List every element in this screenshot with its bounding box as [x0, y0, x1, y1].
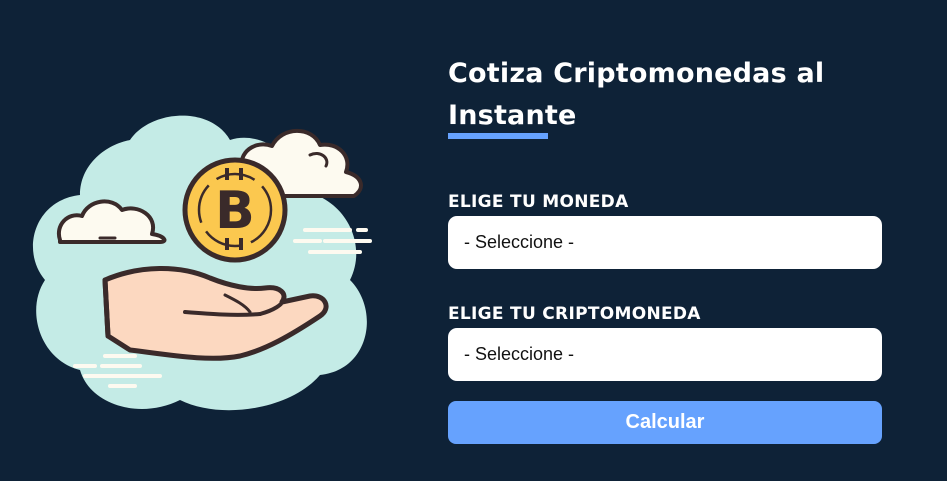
crypto-label: ELIGE TU CRIPTOMONEDA	[448, 304, 701, 324]
currency-select-value: - Seleccione -	[464, 232, 575, 252]
bitcoin-coin: B	[182, 157, 288, 263]
currency-select[interactable]: - Seleccione -	[448, 216, 882, 269]
page-title-line1: Cotiza Criptomonedas al	[448, 58, 825, 89]
page-title: Cotiza Criptomonedas al Instante	[448, 53, 868, 137]
currency-label: ELIGE TU MONEDA	[448, 192, 629, 212]
page-title-line2: Instante	[448, 100, 577, 131]
calculate-button[interactable]: Calcular	[448, 401, 882, 444]
crypto-select-value: - Seleccione -	[464, 344, 575, 364]
crypto-select[interactable]: - Seleccione -	[448, 328, 882, 381]
title-underline	[448, 133, 548, 139]
svg-text:B: B	[215, 181, 255, 241]
hand-holding-bitcoin-icon: B	[32, 115, 372, 411]
